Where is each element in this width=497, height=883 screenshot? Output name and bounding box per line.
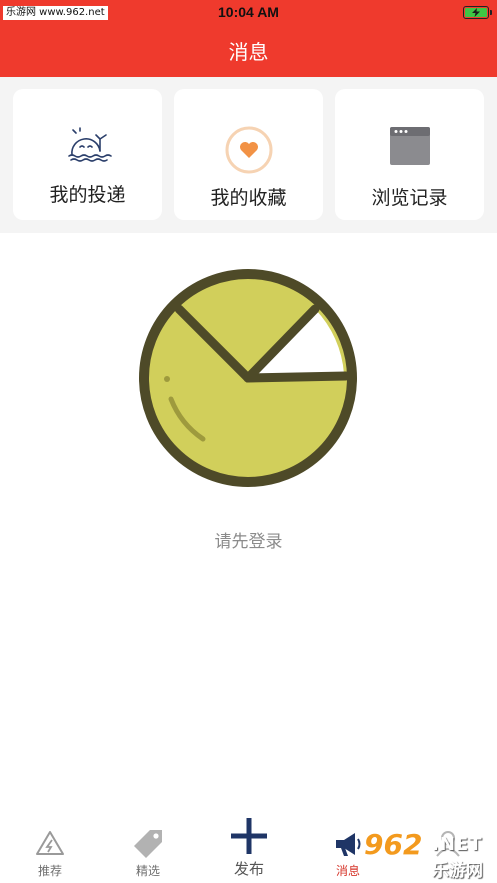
messages-screen: 乐游网 www.962.net 10:04 AM 消息 我的投递 我的收藏 浏览… (0, 0, 497, 883)
watermark-suffix: .NET (432, 834, 483, 855)
plus-icon (218, 816, 280, 856)
whale-icon (13, 125, 162, 175)
top-bar: 乐游网 www.962.net 10:04 AM 消息 (0, 0, 497, 77)
browser-window-icon (335, 125, 484, 175)
tab-featured[interactable]: 精选 (118, 812, 178, 883)
battery-level (465, 8, 487, 17)
recommend-icon (20, 830, 80, 856)
charging-bolt-icon (472, 8, 480, 17)
login-prompt[interactable]: 请先登录 (0, 527, 497, 552)
heart-icon (174, 125, 323, 175)
watermark-number: 962 (364, 828, 423, 861)
page-title: 消息 (228, 40, 269, 64)
my-favorites-card[interactable]: 我的收藏 (174, 89, 323, 220)
my-favorites-label: 我的收藏 (210, 187, 287, 209)
tab-publish-label: 发布 (233, 860, 264, 878)
pie-illustration-icon (139, 269, 357, 487)
shortcut-panel: 我的投递 我的收藏 浏览记录 (0, 77, 497, 233)
my-applications-label: 我的投递 (49, 184, 126, 206)
tab-recommend[interactable]: 推荐 (20, 812, 80, 883)
tag-icon (118, 828, 178, 860)
my-applications-card[interactable]: 我的投递 (13, 89, 162, 220)
browse-history-label: 浏览记录 (371, 187, 448, 209)
site-watermark: 962 .NET 乐游网 (356, 826, 497, 883)
battery-icon (463, 6, 492, 19)
watermark-site: 乐游网 (432, 861, 483, 881)
status-time: 10:04 AM (218, 4, 279, 20)
tab-publish[interactable]: 发布 (218, 812, 280, 883)
tab-featured-label: 精选 (135, 864, 160, 878)
tab-recommend-label: 推荐 (37, 864, 62, 878)
status-bar: 乐游网 www.962.net 10:04 AM (0, 0, 497, 26)
browse-history-card[interactable]: 浏览记录 (335, 89, 484, 220)
